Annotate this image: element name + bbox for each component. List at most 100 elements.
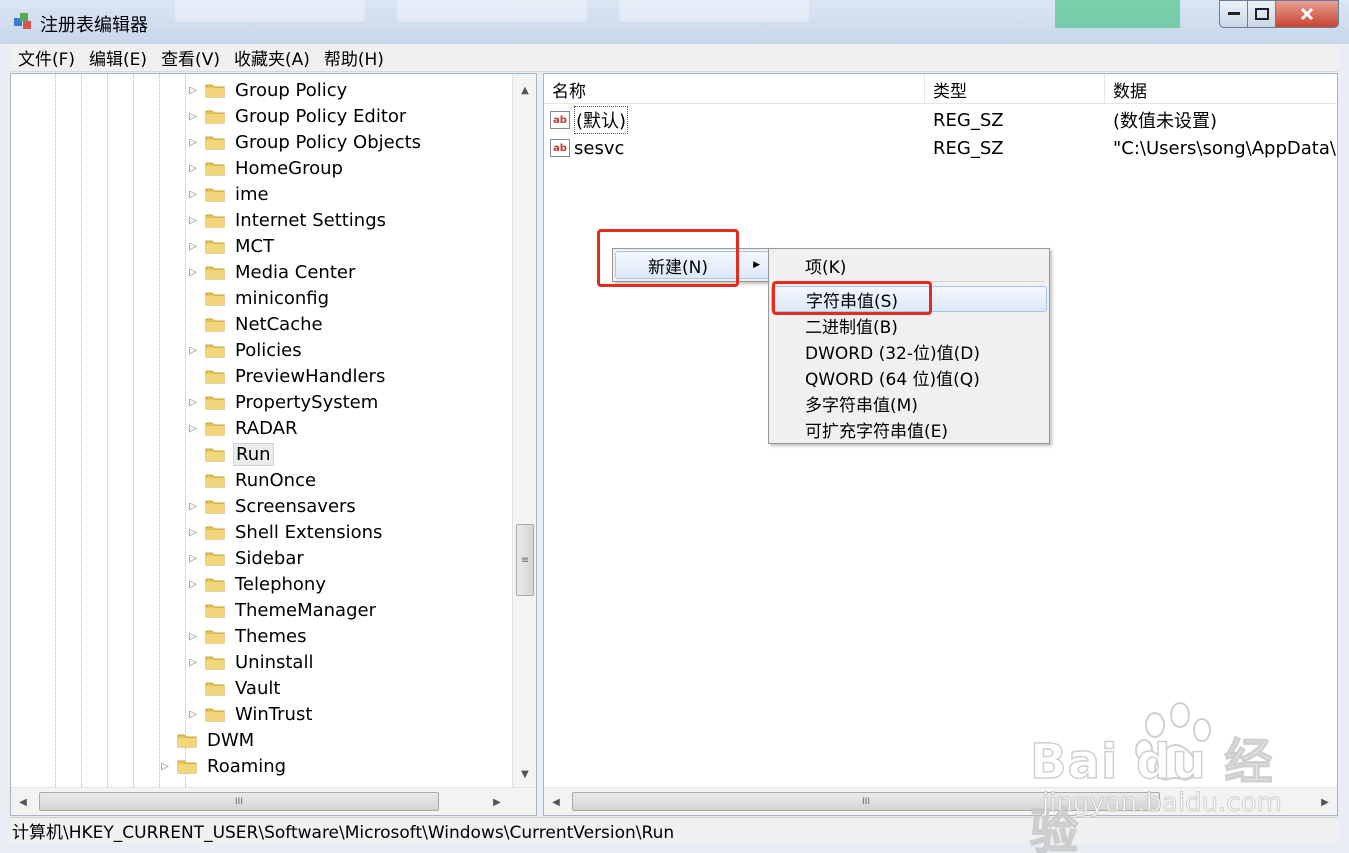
expand-arrow-icon[interactable]: ▷: [187, 85, 199, 96]
scroll-left-arrow-icon[interactable]: ◀: [11, 788, 35, 816]
tree-node[interactable]: ▷ Sidebar: [187, 545, 306, 571]
tree-node[interactable]: ▷ Themes: [187, 623, 308, 649]
value-name: (默认): [574, 106, 629, 134]
close-button[interactable]: [1275, 0, 1339, 28]
scroll-right-arrow-icon[interactable]: ▶: [485, 788, 509, 816]
scroll-left-arrow-icon[interactable]: ◀: [544, 788, 568, 816]
menu-favorites[interactable]: 收藏夹(A): [234, 45, 310, 70]
expand-arrow-icon[interactable]: ▷: [187, 501, 199, 512]
tree-node[interactable]: ▷ RADAR: [187, 415, 299, 441]
expand-arrow-icon[interactable]: ▷: [187, 527, 199, 538]
tree-node-label: RunOnce: [235, 469, 317, 491]
scroll-up-arrow-icon[interactable]: ▲: [513, 78, 537, 102]
expand-arrow-icon[interactable]: ▷: [187, 397, 199, 408]
tree-guide-line: [185, 74, 186, 787]
scroll-down-arrow-icon[interactable]: ▼: [513, 762, 537, 786]
annotation-box-string-value: [772, 281, 932, 315]
maximize-button[interactable]: [1247, 0, 1275, 28]
tree-node[interactable]: Vault: [187, 675, 282, 701]
tree-node-label: NetCache: [235, 313, 323, 335]
expand-arrow-icon[interactable]: ▷: [187, 631, 199, 642]
menu-file[interactable]: 文件(F): [18, 45, 75, 70]
tree-node[interactable]: ▷ Shell Extensions: [187, 519, 384, 545]
tree-node[interactable]: ▷ Group Policy Objects: [187, 129, 423, 155]
submenu-item-expandable-string-value[interactable]: 可扩充字符串值(E): [771, 416, 1047, 442]
tree-vertical-scrollbar[interactable]: ▲ ≡ ▼: [512, 74, 536, 787]
value-row[interactable]: ab (默认) REG_SZ (数值未设置): [544, 106, 1337, 134]
tree-node[interactable]: NetCache: [187, 311, 325, 337]
folder-icon: [205, 82, 225, 98]
expand-arrow-icon[interactable]: ▷: [187, 241, 199, 252]
menu-bar: 文件(F) 编辑(E) 查看(V) 收藏夹(A) 帮助(H): [10, 44, 1338, 72]
tree-node[interactable]: ThemeManager: [187, 597, 378, 623]
folder-icon: [205, 238, 225, 254]
key-tree-pane: ▷ Group Policy ▷ Group Policy Editor ▷ Group …: [10, 73, 537, 816]
expand-arrow-icon[interactable]: ▷: [187, 111, 199, 122]
scroll-right-arrow-icon[interactable]: ▶: [1313, 788, 1337, 816]
tree-node[interactable]: PreviewHandlers: [187, 363, 387, 389]
tree-node[interactable]: ▷ WinTrust: [187, 701, 314, 727]
folder-icon: [205, 342, 225, 358]
column-type-header[interactable]: 类型: [925, 74, 1105, 104]
tree-node[interactable]: ▷ Telephony: [187, 571, 328, 597]
expand-arrow-icon[interactable]: ▷: [187, 709, 199, 720]
watermark-url: jingyan.baidu.com: [1042, 788, 1283, 819]
expand-arrow-icon[interactable]: ▷: [187, 345, 199, 356]
column-header: 名称 类型 数据: [544, 74, 1337, 104]
tree-node[interactable]: ▷ PropertySystem: [187, 389, 380, 415]
folder-icon: [177, 758, 197, 774]
submenu-item-binary-value[interactable]: 二进制值(B): [771, 312, 1047, 338]
tree-scroll-thumb[interactable]: ≡: [516, 524, 534, 596]
tree-node[interactable]: Run: [187, 441, 274, 467]
tree-node-label: Group Policy: [235, 79, 348, 101]
tree-node[interactable]: ▷ MCT: [187, 233, 276, 259]
tree-node[interactable]: RunOnce: [187, 467, 318, 493]
expand-arrow-icon[interactable]: ▷: [187, 189, 199, 200]
folder-icon: [205, 706, 225, 722]
column-name-header[interactable]: 名称: [544, 74, 925, 104]
minimize-button[interactable]: [1219, 0, 1247, 28]
expand-arrow-icon[interactable]: ▷: [187, 579, 199, 590]
expand-arrow-icon[interactable]: ▷: [187, 215, 199, 226]
submenu-item-dword-value[interactable]: DWORD (32-位)值(D): [771, 338, 1047, 364]
window-controls: [1219, 0, 1339, 28]
expand-arrow-icon[interactable]: ▷: [187, 657, 199, 668]
tree-node-label: Media Center: [235, 261, 356, 283]
tree-horizontal-scrollbar[interactable]: ◀ III ▶: [11, 787, 536, 815]
value-data: (数值未设置): [1113, 111, 1218, 132]
folder-icon: [205, 628, 225, 644]
tree-node[interactable]: ▷ HomeGroup: [187, 155, 345, 181]
tree-node[interactable]: ▷ Media Center: [187, 259, 357, 285]
folder-icon: [205, 524, 225, 540]
folder-icon: [205, 446, 225, 462]
expand-arrow-icon[interactable]: ▷: [159, 761, 171, 772]
expand-arrow-icon[interactable]: ▷: [187, 553, 199, 564]
new-submenu: 项(K) 字符串值(S) 二进制值(B) DWORD (32-位)值(D) QW…: [768, 248, 1050, 444]
tree-node[interactable]: ▷ Internet Settings: [187, 207, 388, 233]
tree-guide-line: [133, 74, 134, 787]
submenu-item-key[interactable]: 项(K): [771, 252, 1047, 278]
tree-node[interactable]: ▷ Policies: [187, 337, 304, 363]
tree-node[interactable]: ▷ Screensavers: [187, 493, 358, 519]
tree-node[interactable]: ▷ Uninstall: [187, 649, 315, 675]
menu-view[interactable]: 查看(V): [161, 45, 220, 70]
submenu-item-qword-value[interactable]: QWORD (64 位)值(Q): [771, 364, 1047, 390]
expand-arrow-icon[interactable]: ▷: [187, 267, 199, 278]
tree-hscroll-thumb[interactable]: III: [39, 792, 439, 811]
tree-node[interactable]: ▷ Group Policy Editor: [187, 103, 408, 129]
tree-node[interactable]: ▷ Group Policy: [187, 77, 349, 103]
expand-arrow-icon[interactable]: ▷: [187, 423, 199, 434]
tree-node[interactable]: ▷ ime: [187, 181, 271, 207]
submenu-item-multi-string-value[interactable]: 多字符串值(M): [771, 390, 1047, 416]
value-row[interactable]: ab sesvc REG_SZ "C:\Users\song\AppData\R: [544, 134, 1337, 162]
column-data-header[interactable]: 数据: [1105, 74, 1337, 104]
tree-node[interactable]: ▷ Roaming: [159, 753, 288, 779]
tree-node[interactable]: DWM: [159, 727, 256, 753]
tree-node-label: ime: [235, 183, 269, 205]
menu-help[interactable]: 帮助(H): [324, 45, 384, 70]
expand-arrow-icon[interactable]: ▷: [187, 137, 199, 148]
tree-node[interactable]: miniconfig: [187, 285, 331, 311]
expand-arrow-icon[interactable]: ▷: [187, 163, 199, 174]
folder-icon: [205, 576, 225, 592]
menu-edit[interactable]: 编辑(E): [89, 45, 147, 70]
